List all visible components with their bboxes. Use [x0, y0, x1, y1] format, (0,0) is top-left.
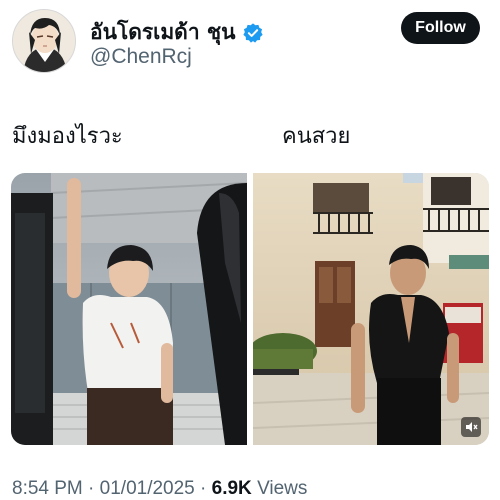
views-label: Views	[257, 478, 308, 499]
mute-icon	[466, 422, 478, 432]
meta-separator: ·	[88, 478, 95, 499]
media-alt-badge[interactable]	[461, 417, 481, 437]
author-avatar[interactable]	[12, 9, 76, 73]
tweet-date[interactable]: 01/01/2025	[100, 478, 195, 499]
verified-badge-icon[interactable]	[242, 22, 264, 44]
caption-right: คนสวย	[282, 124, 351, 149]
tweet-time[interactable]: 8:54 PM	[12, 478, 83, 499]
tweet-header: อันโดรเมด้า ชุน @ChenRcj Follow	[0, 0, 500, 80]
caption-left: มึงมองไรวะ	[12, 124, 123, 149]
meta-separator: ·	[200, 478, 207, 499]
media-grid	[11, 173, 489, 445]
views-count: 6.9K	[211, 478, 252, 499]
media-photo-right[interactable]	[253, 173, 489, 445]
media-photo-left[interactable]	[11, 173, 247, 445]
author-handle[interactable]: @ChenRcj	[90, 45, 192, 69]
anime-character-avatar-icon	[13, 10, 75, 72]
photo-man-white-shirt-by-car-icon	[11, 173, 247, 445]
follow-button[interactable]: Follow	[401, 12, 480, 44]
tweet-meta: 8:54 PM · 01/01/2025 · 6.9K Views	[12, 478, 307, 500]
photo-man-black-shirt-street-icon	[253, 173, 489, 445]
